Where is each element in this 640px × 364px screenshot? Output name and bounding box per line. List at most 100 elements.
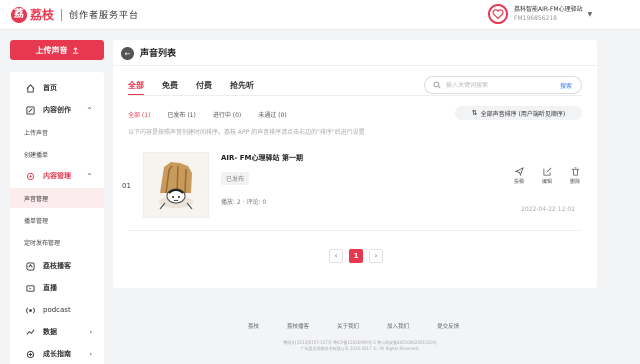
edit-button[interactable]: 编辑 [533,167,561,185]
page-title: 声音列表 [140,49,177,59]
sidebar-item-label: 数据 [43,328,57,336]
account-menu[interactable]: 荔科智能AIR-FM心理驿站 FM196856218 ▼ [488,4,592,24]
pagination: ‹ 1 › [329,249,389,263]
filter-published[interactable]: 已发布 (1) [167,110,195,119]
sidebar-item-label: 内容管理 [43,172,71,180]
chevron-down-icon[interactable]: ▼ [588,11,593,18]
tab-free[interactable]: 免费 [162,80,178,96]
status-filters: 全部 (1) 已发布 (1) 进行中 (0) 未通过 (0) [128,110,304,119]
sidebar: 首页 内容创作 ^ 上传声音 创建播单 内容管理 ^ 声音管理 播单管理 定时发… [10,72,104,364]
sidebar-item-label: 成长指南 [43,350,71,358]
search-button[interactable]: 搜索 [560,81,572,90]
upload-sound-button[interactable]: 上传声音 [10,40,104,60]
sidebar-item-scheduled-publish[interactable]: 定时发布管理 [10,232,104,252]
home-icon [24,82,36,94]
price-tabs: 全部 免费 付费 抢先听 [128,80,272,96]
filter-in-progress[interactable]: 进行中 (0) [213,110,241,119]
copyright: 粤网文[2013]0757-157号 粤ICP备12026999号-5 粤公网安… [240,340,480,352]
row-index: 01 [122,182,131,190]
delete-button[interactable]: 删除 [561,167,589,185]
footer-link-lizhi[interactable]: 荔枝 [248,322,259,330]
sidebar-item-label: 上传声音 [24,129,49,137]
edit-icon [542,167,551,176]
sidebar-item-lizhi-podcast[interactable]: 荔枝播客 [10,256,104,276]
platform-name: 创作者服务平台 [69,11,140,21]
tab-paid[interactable]: 付费 [196,80,212,96]
submit-label: 投稿 [513,179,524,185]
sidebar-item-label: 声音管理 [24,195,49,203]
growth-icon [24,348,36,360]
sidebar-item-label: 首页 [43,84,57,92]
edit-icon [24,104,36,116]
podcast-icon [24,260,36,272]
sidebar-item-podcast[interactable]: podcast [10,300,104,320]
chevron-right-icon: › [89,350,92,358]
chevron-up-icon: ^ [86,172,92,180]
upload-icon [72,46,78,54]
prev-page-button[interactable]: ‹ [329,249,343,263]
logo-text: 荔枝 [30,8,55,22]
table-row[interactable]: 01 AIR- FM心理驿站 第一期 已发布 播放: 2 · 评论: 0 投稿 … [113,148,597,223]
sort-hint: 以下内容是按照声音创建时间排序。荔枝 APP 的声音排序请点击右边的"排序"后进… [128,129,365,136]
footer-link-feedback[interactable]: 提交反馈 [437,322,459,330]
sort-all-sounds-button[interactable]: ⇅ 全部声音排序 (用户端听见顺序) [455,106,582,120]
divider [128,95,582,96]
sort-icon: ⇅ [471,109,478,117]
sidebar-item-data[interactable]: 数据 › [10,322,104,342]
account-id: FM196856218 [514,15,557,22]
divider [113,65,597,66]
footer-links: 荔枝 荔枝播客 关于我们 加入我们 提交反馈 [248,322,487,330]
footer-link-join[interactable]: 加入我们 [387,322,409,330]
sidebar-item-home[interactable]: 首页 [10,78,104,98]
data-icon [24,326,36,338]
sidebar-item-label: podcast [43,306,71,314]
sidebar-item-label: 定时发布管理 [24,239,61,247]
sidebar-item-sound-management[interactable]: 声音管理 [10,188,104,208]
upload-sound-label: 上传声音 [35,45,68,55]
lizhi-logo-icon: 荔 [11,6,27,23]
broadcast-icon [24,304,36,316]
chevron-right-icon: › [89,328,92,336]
logo-divider [61,8,63,21]
filter-all[interactable]: 全部 (1) [128,110,150,119]
trash-icon [571,167,579,176]
search-input[interactable] [446,81,546,89]
sound-list-panel: ← 声音列表 全部 免费 付费 抢先听 搜索 全部 (1) 已发布 (1) 进行… [113,40,597,288]
next-page-button[interactable]: › [369,249,383,263]
sidebar-item-label: 荔枝播客 [43,262,71,270]
arrow-left-icon: ← [124,49,131,58]
sidebar-item-content-creation[interactable]: 内容创作 ^ [10,100,104,120]
footer-link-podcast[interactable]: 荔枝播客 [287,322,309,330]
footer-link-about[interactable]: 关于我们 [337,322,359,330]
cover-illustration-icon [144,153,208,217]
tab-all[interactable]: 全部 [128,80,144,96]
created-time: 2022-04-22 12:02 [521,206,576,213]
tab-early-access[interactable]: 抢先听 [230,80,254,96]
sidebar-item-playlist-management[interactable]: 播单管理 [10,210,104,230]
sound-title[interactable]: AIR- FM心理驿站 第一期 [221,153,303,163]
avatar [488,4,508,24]
cover-image[interactable] [143,152,209,218]
page-1-button[interactable]: 1 [349,249,363,263]
sidebar-item-label: 内容创作 [43,106,71,114]
sidebar-item-content-management[interactable]: 内容管理 ^ [10,166,104,186]
search-icon [433,81,441,89]
divider [128,230,582,231]
copyright-line-2: 广州荔支网络技术有限公司 2010-2017 ©, All Rights Res… [300,346,420,351]
filter-rejected[interactable]: 未通过 (0) [258,110,286,119]
sidebar-item-label: 直播 [43,284,57,292]
heart-avatar-icon [492,9,504,20]
row-actions: 投稿 编辑 删除 [505,167,589,185]
sidebar-item-live[interactable]: 直播 [10,278,104,298]
submit-button[interactable]: 投稿 [505,167,533,185]
sort-label: 全部声音排序 (用户端听见顺序) [480,110,566,118]
manage-icon [24,170,36,182]
sidebar-item-upload-sound[interactable]: 上传声音 [10,122,104,142]
delete-label: 删除 [569,179,580,185]
sidebar-item-create-playlist[interactable]: 创建播单 [10,144,104,164]
sound-stats: 播放: 2 · 评论: 0 [221,199,267,206]
sidebar-item-growth-guide[interactable]: 成长指南 › [10,344,104,364]
back-button[interactable]: ← [121,47,134,60]
logo[interactable]: 荔 荔枝 创作者服务平台 [11,6,139,23]
search-box: 搜索 [424,76,582,94]
